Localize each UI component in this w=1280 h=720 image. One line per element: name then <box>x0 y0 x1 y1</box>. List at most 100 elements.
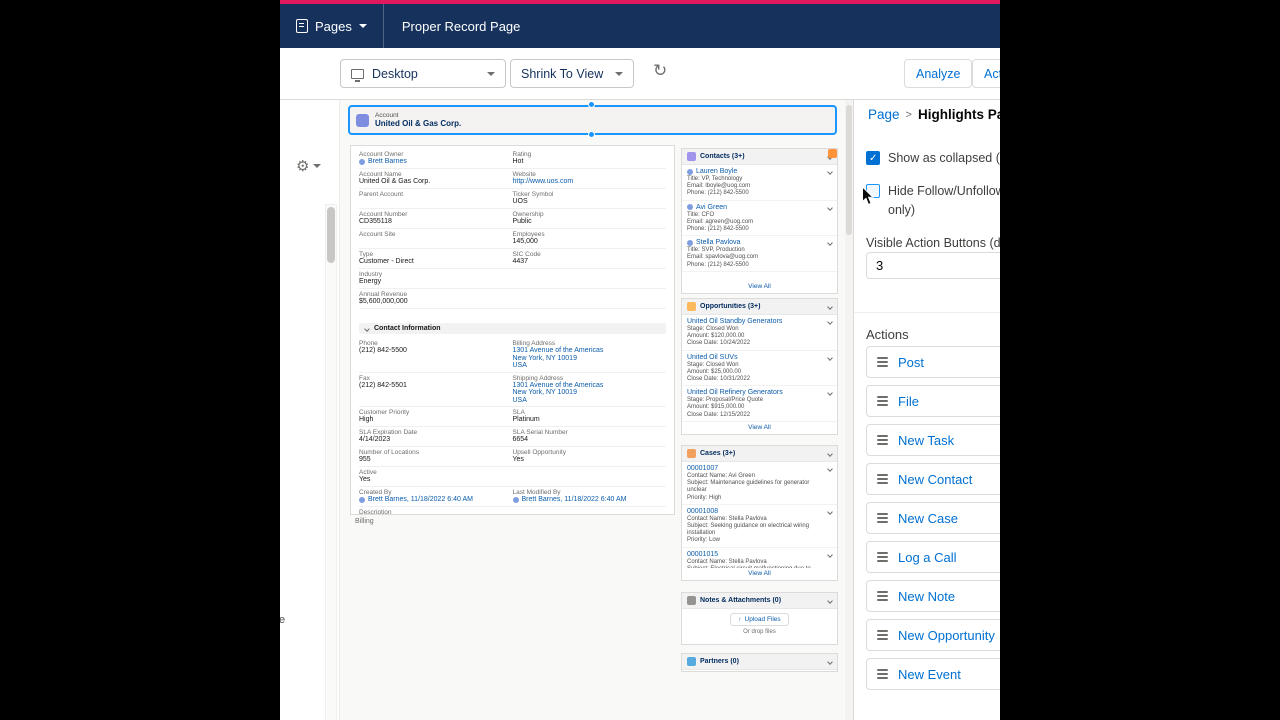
opportunities-view-all-link[interactable]: View All <box>682 422 837 433</box>
drag-handle-icon[interactable] <box>877 513 888 523</box>
item-field[interactable]: Subject: Seeking guidance on electrical … <box>687 523 832 537</box>
notes-attachments-related-list[interactable]: Notes & Attachments (0) ↑ Upload Files O… <box>681 592 838 645</box>
checkbox-checked-icon[interactable] <box>866 151 880 165</box>
record-name[interactable]: United Oil Refinery Generators <box>687 388 783 397</box>
scrollbar-thumb[interactable] <box>846 105 852 235</box>
analyze-button[interactable]: Analyze <box>904 59 973 88</box>
device-selector[interactable]: Desktop <box>340 59 506 88</box>
list-item[interactable]: Avi Green Title: CFO Email: agreen@uog.com… <box>682 201 837 237</box>
drag-handle-icon[interactable] <box>877 552 888 562</box>
list-item[interactable]: United Oil SUVs Stage: Closed Won Amount: … <box>682 351 837 387</box>
contacts-header[interactable]: Contacts (3+) <box>682 149 837 165</box>
field-label: Upsell Opportunity <box>512 449 566 456</box>
settings-gear-button[interactable]: ⚙ <box>290 156 327 176</box>
record-detail-component[interactable]: Account Owner Brett Barnes Rating Hot Accoun… <box>350 145 675 515</box>
record-link[interactable]: 00001015 <box>687 550 832 559</box>
list-item[interactable]: Stella Pavlova Title: SVP, Production Emai… <box>682 236 837 272</box>
record-name[interactable]: Avi Green <box>696 203 727 212</box>
canvas-scrollbar[interactable] <box>845 100 853 720</box>
selection-handle-top[interactable] <box>588 101 595 108</box>
partners-header[interactable]: Partners (0) <box>682 654 837 670</box>
field-value[interactable]: http://www.uos.com <box>513 178 661 186</box>
field-value[interactable]: 1301 Avenue of the Americas New York, NY … <box>513 347 661 370</box>
contacts-view-all-link[interactable]: View All <box>682 281 837 292</box>
action-item[interactable]: New Case <box>866 502 1000 534</box>
action-item[interactable]: Post <box>866 346 1000 378</box>
record-name[interactable]: United Oil Standby Generators <box>687 317 782 326</box>
action-item[interactable]: File <box>866 385 1000 417</box>
record-link[interactable]: 00001008 <box>687 507 832 516</box>
address-line[interactable]: USA <box>513 362 661 370</box>
item-field[interactable]: Email: lboyle@uog.com <box>687 183 832 190</box>
list-item[interactable]: United Oil Standby Generators Stage: Clos… <box>682 315 837 351</box>
address-line[interactable]: 1301 Avenue of the Americas <box>513 347 661 355</box>
action-item[interactable]: New Opportunity <box>866 619 1000 651</box>
section-header[interactable]: Contact Information <box>359 323 666 334</box>
record-link[interactable]: United Oil Standby Generators <box>687 317 832 326</box>
breadcrumb-page-link[interactable]: Page <box>868 107 900 122</box>
record-name[interactable]: United Oil SUVs <box>687 353 738 362</box>
drag-handle-icon[interactable] <box>877 357 888 367</box>
cases-header[interactable]: Cases (3+) <box>682 446 837 462</box>
refresh-icon[interactable]: ↻ <box>647 60 673 82</box>
address-line[interactable]: USA <box>513 397 661 405</box>
address-line[interactable]: 1301 Avenue of the Americas <box>513 382 661 390</box>
field-label: Parent Account <box>359 191 404 198</box>
action-item[interactable]: New Event <box>866 658 1000 690</box>
cases-related-list[interactable]: Cases (3+) 00001007 Contact Name: Avi Gre… <box>681 445 838 581</box>
action-item[interactable]: New Note <box>866 580 1000 612</box>
record-name[interactable]: 00001008 <box>687 507 718 516</box>
list-item[interactable]: 00001008 Contact Name: Stella Pavlova Subj… <box>682 505 837 548</box>
contacts-related-list[interactable]: Contacts (3+) Lauren Boyle Title: VP, Tec… <box>681 148 838 294</box>
address-line[interactable]: New York, NY 10019 <box>513 389 661 397</box>
activation-button[interactable]: Activation <box>972 59 1000 88</box>
record-link[interactable]: 00001007 <box>687 464 832 473</box>
address-line[interactable]: New York, NY 10019 <box>513 355 661 363</box>
upload-files-button[interactable]: ↑ Upload Files <box>730 613 789 626</box>
actions-section-label: Actions <box>866 327 909 342</box>
item-field[interactable]: Subject: Maintenance guidelines for gene… <box>687 480 832 494</box>
field-value[interactable]: Brett Barnes, 11/18/2022 6:40 AM <box>512 496 661 504</box>
record-link[interactable]: United Oil SUVs <box>687 353 832 362</box>
zoom-selector[interactable]: Shrink To View <box>510 59 634 88</box>
action-item[interactable]: Log a Call <box>866 541 1000 573</box>
record-link[interactable]: United Oil Refinery Generators <box>687 388 832 397</box>
field-value[interactable]: 1301 Avenue of the Americas New York, NY … <box>513 382 661 405</box>
hide-follow-checkbox-row[interactable]: Hide Follow/Unfollow button (desktop onl… <box>866 182 1000 220</box>
drag-handle-icon[interactable] <box>877 669 888 679</box>
opportunities-related-list[interactable]: Opportunities (3+) United Oil Standby Ge… <box>681 298 838 435</box>
record-name[interactable]: Stella Pavlova <box>696 238 740 247</box>
components-panel-scrollbar[interactable] <box>325 204 337 720</box>
pages-menu-button[interactable]: Pages <box>280 4 383 48</box>
list-item[interactable]: Lauren Boyle Title: VP, Technology Email: … <box>682 165 837 201</box>
partners-related-list[interactable]: Partners (0) <box>681 653 838 672</box>
action-label: File <box>898 393 919 409</box>
scrollbar-thumb[interactable] <box>327 207 335 263</box>
record-link[interactable]: Avi Green <box>687 203 832 212</box>
drag-handle-icon[interactable] <box>877 591 888 601</box>
opportunities-header[interactable]: Opportunities (3+) <box>682 299 837 315</box>
action-item[interactable]: New Contact <box>866 463 1000 495</box>
field-value[interactable]: Brett Barnes, 11/18/2022 6:40 AM <box>359 496 507 504</box>
drag-handle-icon[interactable] <box>877 396 888 406</box>
drag-handle-icon[interactable] <box>877 435 888 445</box>
item-field[interactable]: Email: spavlova@uog.com <box>687 254 832 261</box>
drag-handle-icon[interactable] <box>877 630 888 640</box>
field-value[interactable]: Brett Barnes <box>359 158 507 166</box>
components-panel: ⚙ e <box>280 100 340 720</box>
record-name[interactable]: Lauren Boyle <box>696 167 737 176</box>
selection-handle-bottom[interactable] <box>588 131 595 138</box>
notes-header[interactable]: Notes & Attachments (0) <box>682 593 837 609</box>
record-link[interactable]: Stella Pavlova <box>687 238 832 247</box>
visible-actions-input[interactable] <box>866 252 1000 279</box>
list-item[interactable]: United Oil Refinery Generators Stage: Pro… <box>682 386 837 422</box>
record-name[interactable]: 00001007 <box>687 464 718 473</box>
record-name[interactable]: 00001015 <box>687 550 718 559</box>
record-link[interactable]: Lauren Boyle <box>687 167 832 176</box>
item-field[interactable]: Email: agreen@uog.com <box>687 219 832 226</box>
show-collapsed-checkbox-row[interactable]: Show as collapsed (desktop only) <box>866 149 1000 168</box>
action-item[interactable]: New Task <box>866 424 1000 456</box>
cases-view-all-link[interactable]: View All <box>682 568 837 579</box>
drag-handle-icon[interactable] <box>877 474 888 484</box>
list-item[interactable]: 00001007 Contact Name: Avi Green Subject: … <box>682 462 837 505</box>
